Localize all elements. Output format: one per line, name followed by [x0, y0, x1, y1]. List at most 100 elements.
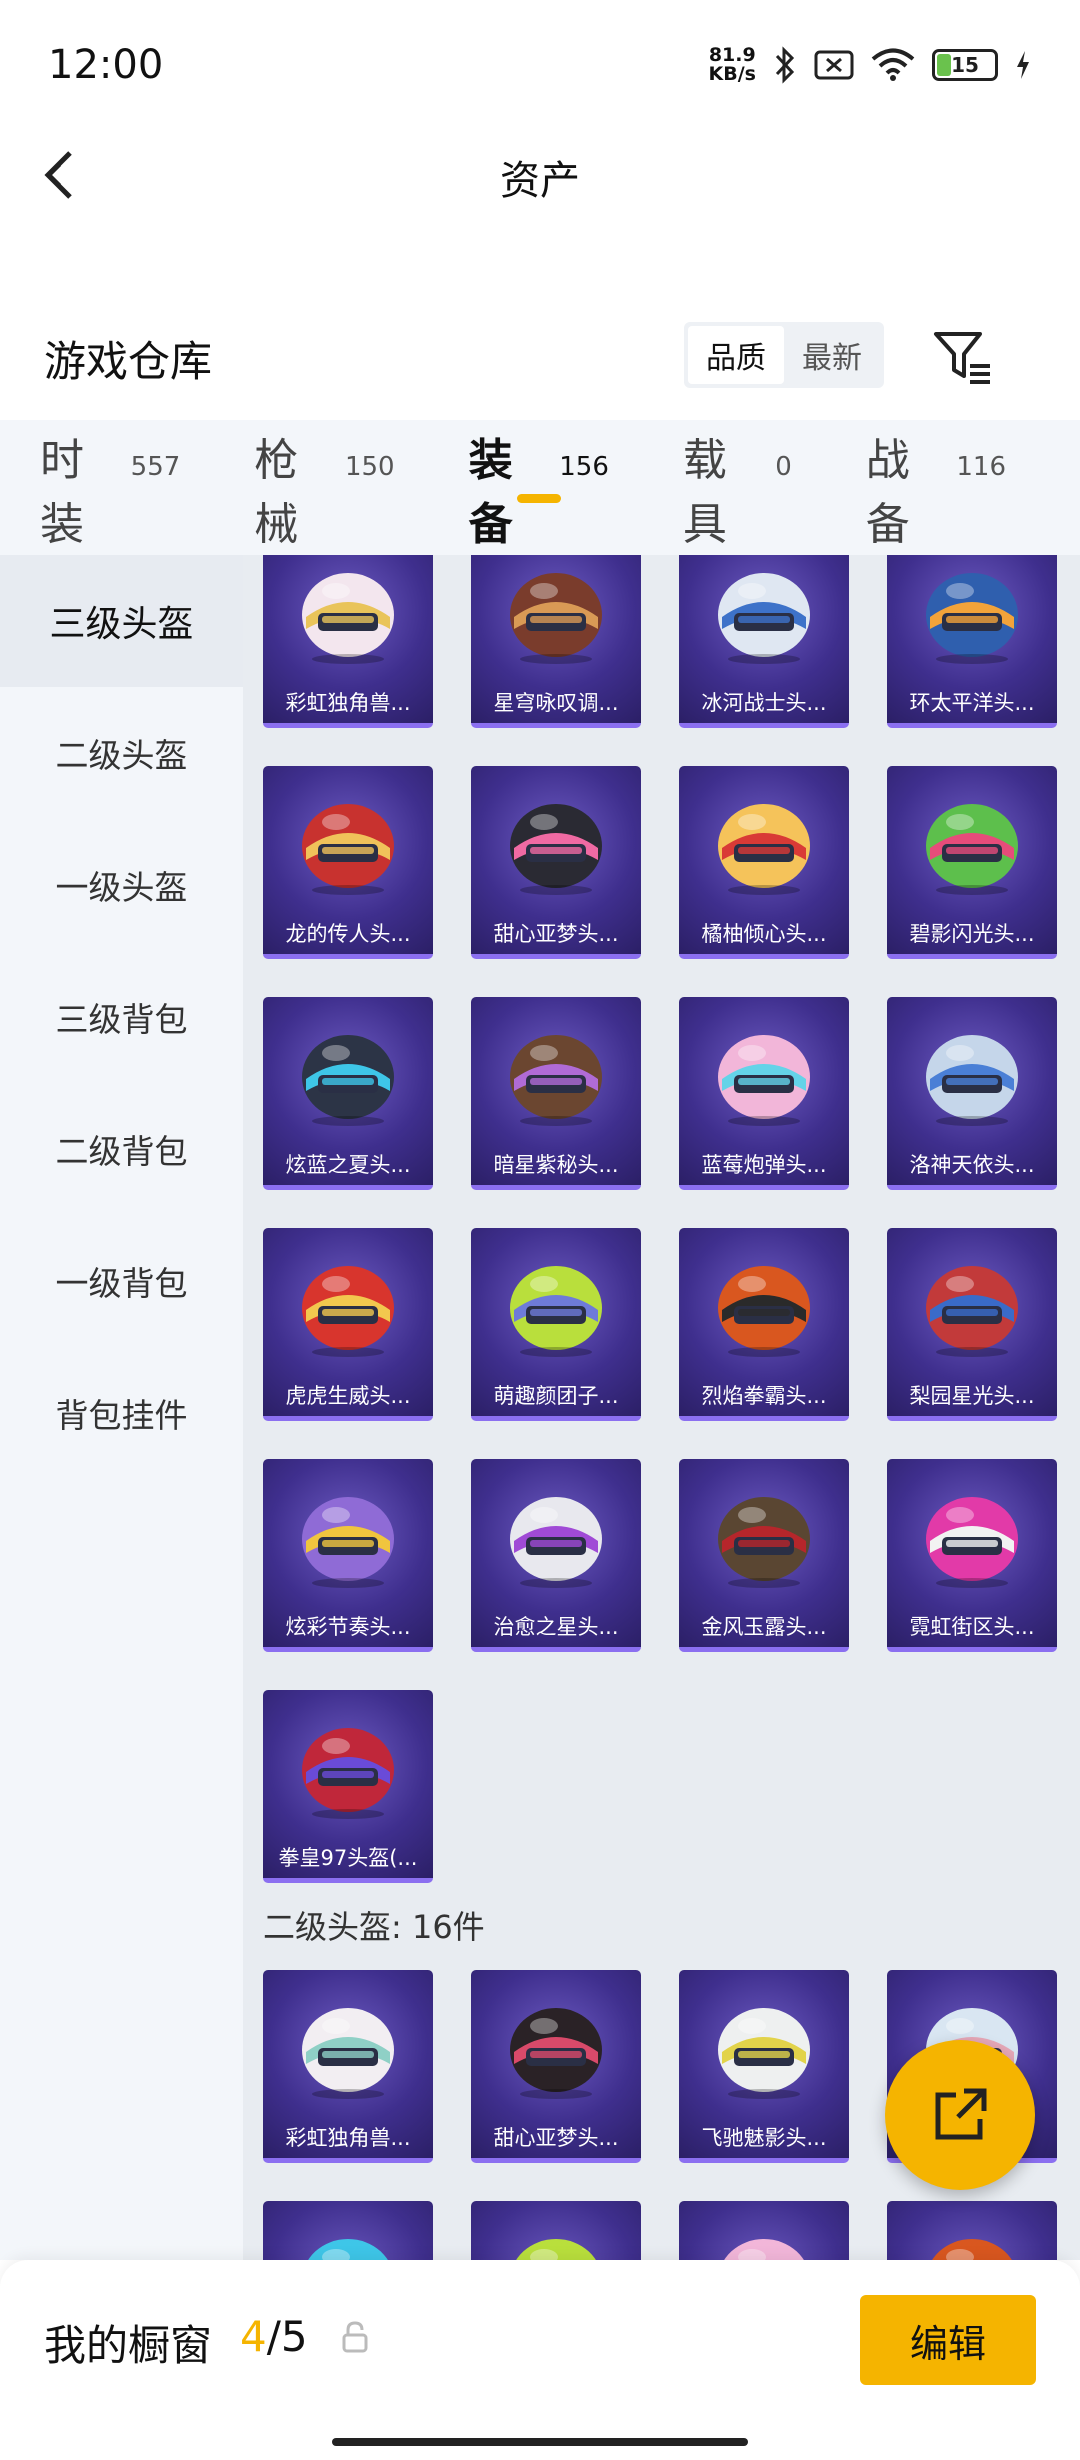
- helmet-icon: [718, 2008, 810, 2099]
- filter-icon[interactable]: [930, 324, 994, 388]
- helmet-icon: [302, 804, 394, 895]
- helmet-icon: [932, 2239, 1012, 2260]
- item-name: 梨园星光头...: [909, 1384, 1035, 1408]
- helmet-icon: [510, 1497, 602, 1588]
- no-sim-icon: [814, 50, 854, 80]
- sidebar-item-level2-helmet[interactable]: 二级头盔: [0, 687, 243, 819]
- item-card[interactable]: [679, 2201, 849, 2260]
- level3-helmet-grid: 彩虹独角兽... 星穹咏叹调... 冰河战士头... 环太平洋头... 龙的传人头...…: [263, 555, 1057, 1883]
- item-name: 彩虹独角兽...: [285, 2126, 411, 2150]
- tab-count: 150: [344, 451, 395, 482]
- helmet-icon: [308, 2239, 388, 2260]
- status-time: 12:00: [48, 42, 164, 88]
- battery-icon: 15: [932, 49, 998, 81]
- item-card[interactable]: [471, 2201, 641, 2260]
- helmet-icon: [302, 1266, 394, 1357]
- item-card[interactable]: 环太平洋头...: [887, 555, 1057, 728]
- item-card[interactable]: 蓝莓炮弹头...: [679, 997, 849, 1190]
- item-name: 拳皇97头盔(...: [278, 1846, 418, 1870]
- warehouse-header: 游戏仓库 品质 最新: [0, 310, 1080, 400]
- sidebar-item-backpack-charm[interactable]: 背包挂件: [0, 1347, 243, 1479]
- network-speed-unit: KB/s: [708, 63, 756, 85]
- tab-equipment[interactable]: 装备 156: [469, 424, 609, 552]
- item-card[interactable]: 碧影闪光头...: [887, 766, 1057, 959]
- item-name: 甜心亚梦头...: [493, 2126, 619, 2150]
- item-card[interactable]: 暗星紫秘头...: [471, 997, 641, 1190]
- sidebar-item-level3-backpack[interactable]: 三级背包: [0, 951, 243, 1083]
- item-card[interactable]: 梨园星光头...: [887, 1228, 1057, 1421]
- item-card[interactable]: 龙的传人头...: [263, 766, 433, 959]
- warehouse-title: 游戏仓库: [44, 337, 213, 386]
- share-button[interactable]: [885, 2040, 1035, 2190]
- item-card[interactable]: 萌趣颜团子...: [471, 1228, 641, 1421]
- item-card[interactable]: 飞驰魅影头...: [679, 1970, 849, 2163]
- item-name: 彩虹独角兽...: [285, 691, 411, 715]
- tab-supplies[interactable]: 战备 116: [866, 424, 1006, 552]
- sidebar-item-level1-backpack[interactable]: 一级背包: [0, 1215, 243, 1347]
- item-card[interactable]: 橘柚倾心头...: [679, 766, 849, 959]
- tab-vehicles[interactable]: 载具 0: [683, 424, 792, 552]
- item-card[interactable]: 炫蓝之夏头...: [263, 997, 433, 1190]
- item-card[interactable]: 甜心亚梦头...: [471, 766, 641, 959]
- home-indicator: [332, 2438, 748, 2446]
- helmet-icon: [724, 2239, 804, 2260]
- item-card[interactable]: 洛神天依头...: [887, 997, 1057, 1190]
- item-card[interactable]: 彩虹独角兽...: [263, 1970, 433, 2163]
- level2-helmet-grid-row2: [263, 2201, 1057, 2260]
- helmet-icon: [926, 1266, 1018, 1357]
- share-icon: [935, 2088, 987, 2140]
- item-card[interactable]: 烈焰拳霸头...: [679, 1228, 849, 1421]
- helmet-icon: [510, 573, 602, 664]
- item-card[interactable]: 星穹咏叹调...: [471, 555, 641, 728]
- item-card[interactable]: 拳皇97头盔(...: [263, 1690, 433, 1883]
- sidebar-item-level1-helmet[interactable]: 一级头盔: [0, 819, 243, 951]
- item-card[interactable]: 虎虎生威头...: [263, 1228, 433, 1421]
- helmet-icon: [926, 804, 1018, 895]
- item-card[interactable]: 金风玉露头...: [679, 1459, 849, 1652]
- item-name: 橘柚倾心头...: [701, 922, 827, 946]
- item-name: 炫彩节奏头...: [285, 1615, 411, 1639]
- item-card[interactable]: 霓虹街区头...: [887, 1459, 1057, 1652]
- tab-count: 116: [956, 451, 1007, 482]
- tab-label: 战备: [865, 434, 910, 550]
- tab-label: 装备: [468, 434, 513, 550]
- helmet-icon: [510, 1266, 602, 1357]
- item-card[interactable]: 冰河战士头...: [679, 555, 849, 728]
- charging-icon: [1017, 51, 1029, 79]
- helmet-icon: [926, 1035, 1018, 1126]
- item-name: 飞驰魅影头...: [701, 2126, 827, 2150]
- showcase-count: 4/5: [240, 2312, 308, 2361]
- helmet-icon: [718, 1497, 810, 1588]
- tab-count: 557: [130, 451, 181, 482]
- item-card[interactable]: [263, 2201, 433, 2260]
- item-card[interactable]: 甜心亚梦头...: [471, 1970, 641, 2163]
- item-card[interactable]: 治愈之星头...: [471, 1459, 641, 1652]
- showcase-count-current: 4: [240, 2312, 267, 2361]
- network-speed: 81.9 KB/s: [709, 46, 756, 84]
- sidebar-item-level2-backpack[interactable]: 二级背包: [0, 1083, 243, 1215]
- item-name: 冰河战士头...: [701, 691, 827, 715]
- helmet-icon: [302, 1728, 394, 1819]
- item-card[interactable]: 彩虹独角兽...: [263, 555, 433, 728]
- battery-level: 15: [951, 53, 979, 77]
- wifi-icon: [871, 48, 915, 81]
- sidebar: 三级头盔 二级头盔 一级头盔 三级背包 二级背包 一级背包 背包挂件: [0, 555, 243, 2260]
- helmet-icon: [302, 1035, 394, 1126]
- tab-label: 时装: [40, 434, 84, 550]
- item-card[interactable]: 炫彩节奏头...: [263, 1459, 433, 1652]
- category-tabs: 时装 557 枪械 150 装备 156 载具 0 战备 116: [0, 420, 1080, 555]
- helmet-icon: [718, 1035, 810, 1126]
- status-bar: 12:00 81.9 KB/s 15: [0, 0, 1080, 130]
- item-name: 虎虎生威头...: [285, 1384, 411, 1408]
- sidebar-item-level3-helmet[interactable]: 三级头盔: [0, 555, 243, 687]
- helmet-icon: [718, 1266, 810, 1357]
- tab-fashion[interactable]: 时装 557: [40, 424, 180, 552]
- tab-firearms[interactable]: 枪械 150: [254, 424, 394, 552]
- lock-icon: [342, 2321, 368, 2353]
- item-card[interactable]: [887, 2201, 1057, 2260]
- sort-option-newest[interactable]: 最新: [784, 326, 880, 384]
- edit-button[interactable]: 编辑: [860, 2295, 1036, 2385]
- sort-option-quality[interactable]: 品质: [688, 326, 784, 384]
- bluetooth-icon: [775, 46, 795, 84]
- item-name: 萌趣颜团子...: [493, 1384, 619, 1408]
